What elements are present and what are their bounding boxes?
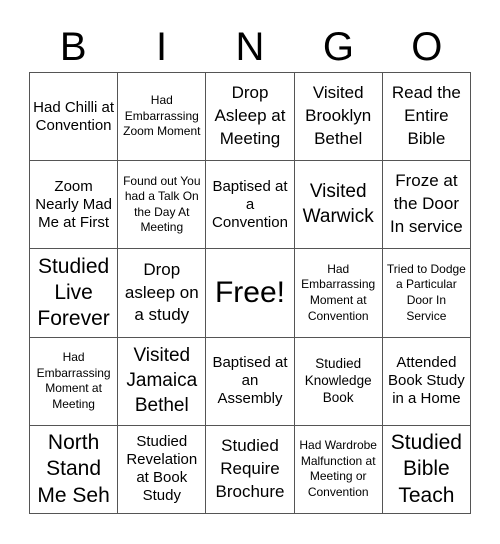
bingo-cell[interactable]: Studied Revelation at Book Study (118, 425, 207, 514)
bingo-cell[interactable]: Had Embarrassing Moment at Meeting (30, 337, 119, 426)
bingo-cell[interactable]: Baptised at a Convention (206, 161, 295, 250)
bingo-cell[interactable]: Baptised at an Assembly (206, 337, 295, 426)
bingo-cell[interactable]: Had Wardrobe Malfunction at Meeting or C… (294, 425, 383, 514)
bingo-cell[interactable]: Studied Require Brochure (206, 425, 295, 514)
bingo-card-grid: Had Chilli at Convention Had Embarrassin… (29, 72, 471, 514)
free-space-cell[interactable]: Free! (206, 249, 295, 338)
bingo-cell[interactable]: Studied Live Forever (30, 249, 119, 338)
header-letter-o: O (411, 25, 443, 69)
bingo-cell[interactable]: Froze at the Door In service (382, 161, 471, 250)
bingo-cell[interactable]: Tried to Dodge a Particular Door In Serv… (382, 249, 471, 338)
bingo-cell[interactable]: Drop Asleep at Meeting (206, 73, 295, 162)
bingo-cell[interactable]: Drop asleep on a study (118, 249, 207, 338)
header-letter-b: B (59, 25, 87, 69)
bingo-cell[interactable]: North Stand Me Seh (30, 425, 119, 514)
bingo-cell[interactable]: Visited Brooklyn Bethel (294, 73, 383, 162)
bingo-cell[interactable]: Visited Warwick (294, 161, 383, 250)
bingo-cell[interactable]: Visited Jamaica Bethel (118, 337, 207, 426)
bingo-cell[interactable]: Studied Bible Teach (382, 425, 471, 514)
header-letter-i: I (156, 25, 168, 69)
header-letter-n: N (235, 25, 265, 69)
header-letter-g: G (322, 25, 354, 69)
bingo-cell[interactable]: Found out You had a Talk On the Day At M… (118, 161, 207, 250)
bingo-cell[interactable]: Zoom Nearly Mad Me at First (30, 161, 119, 250)
bingo-cell[interactable]: Read the Entire Bible (382, 73, 471, 162)
bingo-cell[interactable]: Had Embarrassing Moment at Convention (294, 249, 383, 338)
bingo-cell[interactable]: Studied Knowledge Book (294, 337, 383, 426)
bingo-header: B I N G O (29, 22, 471, 72)
bingo-cell[interactable]: Had Chilli at Convention (30, 73, 119, 162)
bingo-cell[interactable]: Had Embarrassing Zoom Moment (118, 73, 207, 162)
bingo-cell[interactable]: Attended Book Study in a Home (382, 337, 471, 426)
